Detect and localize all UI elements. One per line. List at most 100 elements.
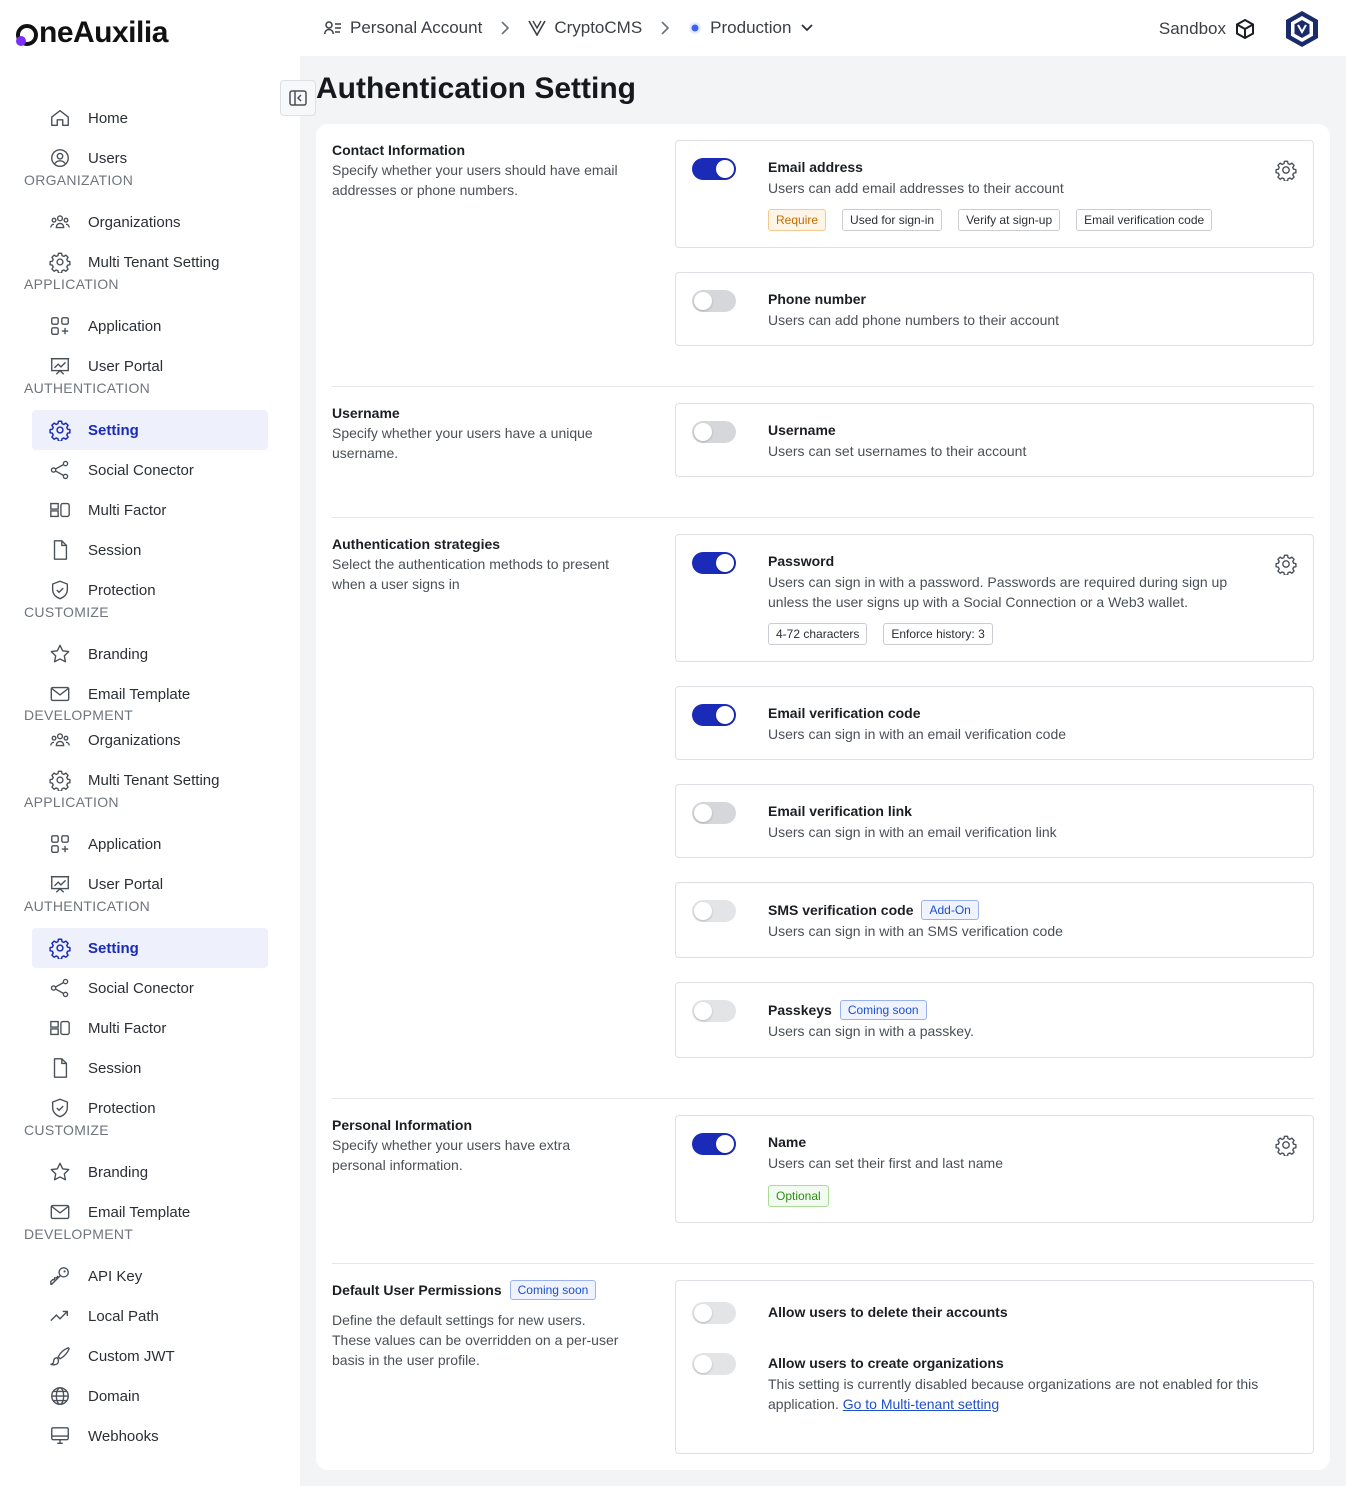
sidebar-section-heading: AUTHENTICATION — [24, 898, 151, 914]
chart-board-icon — [48, 354, 72, 378]
brush-icon — [48, 1344, 72, 1368]
sidebar-item-domain[interactable]: Domain — [32, 1376, 268, 1416]
sidebar-item-setting[interactable]: Setting — [32, 928, 268, 968]
section-title-personal: Personal Information — [332, 1117, 473, 1133]
share-icon — [48, 458, 72, 482]
tag-optional: Optional — [768, 1185, 829, 1207]
option-title: Email address — [768, 159, 863, 175]
sidebar-item-branding[interactable]: Branding — [32, 1152, 268, 1192]
option-title: Phone number — [768, 291, 867, 307]
breadcrumb-personal-account[interactable]: Personal Account — [324, 18, 482, 38]
chart-board-icon — [48, 872, 72, 896]
sms-code-toggle[interactable] — [692, 900, 736, 922]
collapse-sidebar-button[interactable] — [280, 80, 316, 116]
passkeys-toggle[interactable] — [692, 1000, 736, 1022]
email-address-toggle[interactable] — [692, 158, 736, 180]
breadcrumb-label: Production — [710, 18, 792, 37]
email-link-toggle[interactable] — [692, 802, 736, 824]
chevron-down-icon — [801, 24, 814, 32]
create-organizations-toggle[interactable] — [692, 1353, 736, 1375]
sidebar-item-webhooks[interactable]: Webhooks — [32, 1416, 268, 1456]
section-desc-strategies: Select the authentication methods to pre… — [332, 556, 610, 592]
sidebar-item-label: Organizations — [88, 213, 181, 231]
option-title: SMS verification code Add-On — [768, 900, 979, 920]
sidebar-item-label: Branding — [88, 1163, 149, 1181]
sidebar-item-label: Webhooks — [88, 1427, 159, 1445]
gear-icon[interactable] — [1275, 159, 1297, 186]
option-title: Name — [768, 1134, 807, 1150]
breadcrumb-cryptocms[interactable]: CryptoCMS — [528, 18, 642, 38]
sandbox-button[interactable]: Sandbox — [1159, 18, 1256, 40]
option-desc: Users can sign in with a password. Passw… — [768, 574, 1228, 610]
section-divider — [332, 386, 1314, 387]
mail-icon — [48, 682, 72, 706]
sidebar-item-multi-factor[interactable]: Multi Factor — [32, 490, 268, 530]
page-title: Authentication Setting — [316, 72, 636, 105]
breadcrumb-production-dropdown[interactable]: Production — [688, 18, 814, 38]
shield-icon — [48, 578, 72, 602]
tag-history: Enforce history: 3 — [883, 623, 993, 645]
sidebar-item-session[interactable]: Session — [32, 530, 268, 570]
username-toggle[interactable] — [692, 421, 736, 443]
multi-tenant-setting-link[interactable]: Go to Multi-tenant setting — [843, 1396, 999, 1412]
section-title-strategies: Authentication strategies — [332, 536, 501, 552]
sidebar-item-label: Social Conector — [88, 461, 194, 479]
sidebar-item-session[interactable]: Session — [32, 1048, 268, 1088]
sidebar-item-label: Multi Tenant Setting — [88, 771, 220, 789]
sidebar-item-label: Social Conector — [88, 979, 194, 997]
option-passkeys: Passkeys Coming soon Users can sign in w… — [675, 982, 1314, 1058]
file-icon — [48, 538, 72, 562]
sidebar-item-label: Multi Factor — [88, 501, 167, 519]
settings-icon — [48, 936, 72, 960]
sidebar-item-label: Home — [88, 109, 129, 127]
mail-icon — [48, 1200, 72, 1224]
name-toggle[interactable] — [692, 1133, 736, 1155]
monitor-icon — [48, 1424, 72, 1448]
coming-soon-badge: Coming soon — [839, 1000, 927, 1020]
sidebar-item-api-key[interactable]: API Key — [32, 1256, 268, 1296]
sidebar-item-organizations[interactable]: Organizations — [32, 720, 268, 760]
collapse-icon — [289, 90, 307, 106]
tag-used-for-sign-in: Used for sign-in — [842, 209, 943, 231]
sidebar-item-organizations[interactable]: Organizations — [32, 202, 268, 242]
sidebar-item-social-conector[interactable]: Social Conector — [32, 450, 268, 490]
option-title-text: Passkeys — [768, 1002, 832, 1018]
option-desc: This setting is currently disabled becau… — [768, 1374, 1297, 1414]
sidebar-item-setting[interactable]: Setting — [32, 410, 268, 450]
grid-plus-icon — [48, 832, 72, 856]
option-desc: Users can sign in with an SMS verificati… — [768, 923, 1063, 939]
gear-icon — [48, 768, 72, 792]
chevron-right-icon — [660, 21, 670, 35]
sidebar-item-local-path[interactable]: Local Path — [32, 1296, 268, 1336]
option-desc: Users can set usernames to their account — [768, 443, 1027, 459]
app-logo[interactable]: neAuxilia — [16, 14, 168, 52]
chevron-right-icon — [500, 21, 510, 35]
sidebar-item-social-conector[interactable]: Social Conector — [32, 968, 268, 1008]
tag-verify-at-sign-up: Verify at sign-up — [958, 209, 1061, 231]
sidebar-item-home[interactable]: Home — [32, 98, 268, 138]
gear-icon[interactable] — [1275, 1134, 1297, 1161]
option-desc-text: This setting is currently disabled becau… — [768, 1376, 1259, 1412]
sidebar-item-label: Branding — [88, 645, 149, 663]
logo-text: neAuxilia — [39, 16, 168, 49]
sidebar-item-custom-jwt[interactable]: Custom JWT — [32, 1336, 268, 1376]
option-password: Password Users can sign in with a passwo… — [675, 534, 1314, 662]
sidebar-item-label: Email Template — [88, 1203, 191, 1221]
phone-number-toggle[interactable] — [692, 290, 736, 312]
people-icon — [48, 728, 72, 752]
sidebar-item-application[interactable]: Application — [32, 306, 268, 346]
option-title: Email verification link — [768, 803, 912, 819]
breadcrumb-label: CryptoCMS — [554, 18, 643, 37]
option-title: Email verification code — [768, 705, 921, 721]
user-avatar[interactable] — [1284, 10, 1320, 48]
password-toggle[interactable] — [692, 552, 736, 574]
sidebar-item-branding[interactable]: Branding — [32, 634, 268, 674]
sidebar-item-multi-factor[interactable]: Multi Factor — [32, 1008, 268, 1048]
gear-icon[interactable] — [1275, 553, 1297, 580]
star-icon — [48, 1160, 72, 1184]
sidebar-section-heading: ORGANIZATION — [24, 172, 134, 188]
delete-accounts-toggle[interactable] — [692, 1302, 736, 1324]
sidebar-item-application[interactable]: Application — [32, 824, 268, 864]
email-code-toggle[interactable] — [692, 704, 736, 726]
section-title-text: Default User Permissions — [332, 1282, 502, 1298]
